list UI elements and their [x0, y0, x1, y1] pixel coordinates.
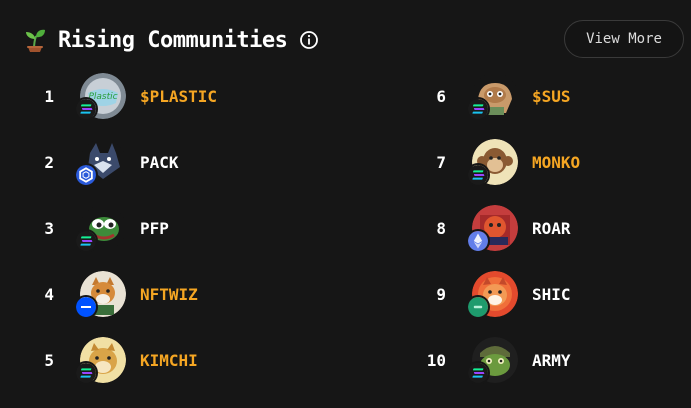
avatar-group [466, 337, 518, 385]
community-name[interactable]: $PLASTIC [140, 87, 217, 106]
avatar-group: Plastic [74, 73, 126, 121]
community-name[interactable]: NFTWIZ [140, 285, 198, 304]
rank-number: 10 [426, 350, 446, 370]
solana-chain-icon [466, 361, 490, 385]
community-row[interactable]: 10 ARMY [414, 332, 571, 388]
avatar-group [466, 73, 518, 121]
community-row[interactable]: 4 NFTWIZ [22, 266, 198, 322]
community-name[interactable]: ARMY [532, 351, 571, 370]
avatar-group [466, 205, 518, 253]
community-name[interactable]: PACK [140, 153, 179, 172]
solana-chain-icon [466, 97, 490, 121]
rank-number: 1 [44, 86, 54, 106]
sprout-icon [26, 29, 45, 52]
community-row[interactable]: 5 KIMCHI [22, 332, 198, 388]
avatar-group [74, 205, 126, 253]
rank-number: 8 [436, 218, 446, 238]
title-group: Rising Communities [22, 27, 319, 53]
rank-number: 5 [44, 350, 54, 370]
avatar-group [74, 271, 126, 319]
community-name[interactable]: ROAR [532, 219, 571, 238]
view-more-button[interactable]: View More [564, 20, 684, 58]
base-chain-icon [74, 295, 98, 319]
community-row[interactable]: 7 MONKO [414, 134, 580, 190]
avatar-group [74, 139, 126, 187]
solana-chain-icon [74, 229, 98, 253]
info-icon[interactable] [299, 30, 319, 50]
community-row[interactable]: 3 PFP [22, 200, 169, 256]
avatar-group [466, 139, 518, 187]
community-name[interactable]: KIMCHI [140, 351, 198, 370]
avatar-group [466, 271, 518, 319]
other-chain-icon [466, 295, 490, 319]
rank-number: 2 [44, 152, 54, 172]
rank-number: 4 [44, 284, 54, 304]
section-header: Rising Communities View More [22, 20, 684, 60]
community-row[interactable]: 6 $SUS [414, 68, 571, 124]
community-name[interactable]: $SUS [532, 87, 571, 106]
rank-number: 6 [436, 86, 446, 106]
community-row[interactable]: 1 Plastic $PLASTIC [22, 68, 217, 124]
community-name[interactable]: PFP [140, 219, 169, 238]
community-row[interactable]: 8 ROAR [414, 200, 571, 256]
ethereum-chain-icon [466, 229, 490, 253]
solana-chain-icon [466, 163, 490, 187]
community-row[interactable]: 2 PACK [22, 134, 179, 190]
chainlink-chain-icon [74, 163, 98, 187]
solana-chain-icon [74, 97, 98, 121]
community-row[interactable]: 9 SHIC [414, 266, 571, 322]
avatar-group [74, 337, 126, 385]
page-title: Rising Communities [58, 27, 288, 53]
community-name[interactable]: SHIC [532, 285, 571, 304]
rank-number: 3 [44, 218, 54, 238]
solana-chain-icon [74, 361, 98, 385]
rank-number: 7 [436, 152, 446, 172]
community-name[interactable]: MONKO [532, 153, 580, 172]
rank-number: 9 [436, 284, 446, 304]
